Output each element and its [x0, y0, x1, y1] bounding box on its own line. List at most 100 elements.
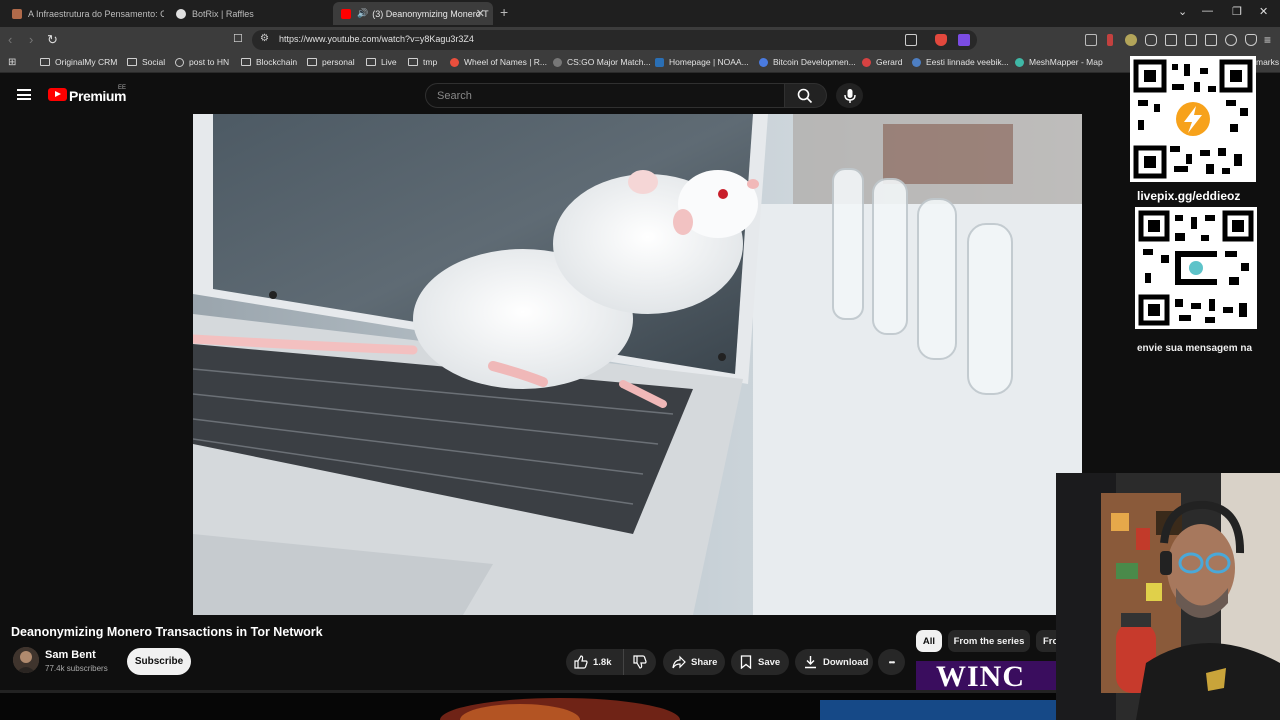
tab-search-icon[interactable]: ⌄	[1178, 5, 1187, 18]
promo-banner[interactable]: WINC	[916, 661, 1056, 691]
restore-icon[interactable]: ❐	[1232, 5, 1242, 18]
back-icon[interactable]: ‹	[8, 32, 12, 47]
bookmark-label: Social	[142, 57, 166, 67]
url-text: https://www.youtube.com/watch?v=y8Kagu3r…	[279, 34, 474, 44]
download-button[interactable]: Download	[795, 649, 873, 675]
webcam-overlay	[1056, 473, 1280, 720]
livepix-url: livepix.gg/eddieoz	[1137, 189, 1241, 203]
tab-deanonymizing-monero[interactable]: 🔊 (3) Deanonymizing Monero T ✕	[333, 2, 493, 25]
wallet-icon[interactable]	[1205, 34, 1217, 46]
like-button[interactable]: 1.8k	[566, 649, 624, 675]
youtube-favicon-icon	[341, 8, 351, 19]
like-dislike-group: 1.8k	[566, 649, 656, 675]
menu-icon[interactable]: ≡	[1264, 33, 1271, 47]
bookmark-bitcoin-dev[interactable]: Bitcoin Developmen...	[759, 57, 856, 67]
youtube-logo-icon[interactable]	[48, 88, 67, 101]
thumbs-up-icon	[574, 655, 588, 669]
bookmark-label: OriginalMy CRM	[55, 57, 118, 67]
chip-all[interactable]: All	[916, 630, 942, 652]
folder-icon	[241, 58, 251, 66]
bookmark-eesti-linnade[interactable]: Eesti linnade veebik...	[912, 57, 1009, 67]
video-player[interactable]	[193, 114, 1082, 615]
streamer-webcam-feed	[1056, 473, 1280, 720]
bookmark-label: Bitcoin Developmen...	[773, 57, 856, 67]
vpn-icon[interactable]	[1245, 34, 1257, 46]
channel-avatar[interactable]	[13, 647, 39, 673]
new-tab-button[interactable]: +	[500, 4, 508, 20]
tab-favicon	[12, 8, 22, 19]
search-button[interactable]	[785, 83, 827, 108]
save-label: Save	[758, 656, 781, 668]
bookmark-noaa[interactable]: Homepage | NOAA...	[655, 57, 749, 67]
extension-icon[interactable]	[1107, 34, 1113, 46]
site-info-icon[interactable]: ⚙	[260, 33, 269, 44]
bookmark-csgo-major[interactable]: CS:GO Major Match...	[553, 57, 651, 67]
tab-infraestrutura[interactable]: A Infraestrutura do Pensamento: Co	[4, 2, 164, 25]
search-placeholder: Search	[437, 90, 472, 102]
forward-icon[interactable]: ›	[29, 32, 33, 47]
search-input[interactable]: Search	[425, 83, 785, 108]
microphone-icon	[844, 89, 856, 103]
bookmark-label: Live	[381, 57, 397, 67]
chip-from[interactable]: Fro	[1036, 630, 1056, 652]
bookmarks-bar: ⊞ OriginalMy CRM Social post to HN Block…	[0, 53, 1280, 73]
brave-shield-icon[interactable]	[935, 34, 947, 46]
share-button[interactable]: Share	[663, 649, 725, 675]
address-bar[interactable]: ⚙ https://www.youtube.com/watch?v=y8Kagu…	[252, 30, 977, 50]
close-tab-icon[interactable]: ✕	[476, 7, 485, 20]
install-app-icon[interactable]	[905, 34, 917, 46]
bookmark-post-to-hn[interactable]: post to HN	[175, 57, 229, 67]
rewards-icon[interactable]	[958, 34, 970, 46]
puzzle-icon[interactable]	[1145, 34, 1157, 46]
reload-icon[interactable]: ↻	[47, 32, 58, 48]
download-label: Download	[823, 656, 869, 668]
bookmark-wheel-of-names[interactable]: Wheel of Names | R...	[450, 57, 547, 67]
bookmark-meshmapper[interactable]: MeshMapper - Map	[1015, 57, 1103, 67]
dislike-button[interactable]	[624, 649, 656, 675]
all-bookmarks-link[interactable]: marks	[1256, 57, 1279, 67]
sidebar-icon[interactable]	[1185, 34, 1197, 46]
bookmark-label: CS:GO Major Match...	[567, 57, 651, 67]
close-window-icon[interactable]: ✕	[1259, 5, 1268, 18]
channel-name[interactable]: Sam Bent	[45, 649, 96, 661]
minimize-icon[interactable]: —	[1202, 5, 1213, 17]
extension-icon[interactable]	[1125, 34, 1137, 46]
bookmark-tmp[interactable]: tmp	[408, 57, 437, 67]
chip-from-the-series[interactable]: From the series	[948, 630, 1030, 652]
video-frame-rat-on-laptop	[193, 114, 1082, 615]
folder-icon	[366, 58, 376, 66]
more-actions-button[interactable]: •••	[878, 649, 905, 675]
browser-toolbar: ‹ › ↻ ☐ ⚙ https://www.youtube.com/watch?…	[0, 27, 1280, 53]
bookmark-label: personal	[322, 57, 355, 67]
bookmark-gerard[interactable]: Gerard	[862, 57, 902, 67]
tab-favicon	[176, 8, 186, 19]
apps-grid-icon[interactable]: ⊞	[8, 57, 16, 68]
extension-icon[interactable]	[1085, 34, 1097, 46]
chip-label: From the series	[953, 635, 1025, 647]
subscribe-button[interactable]: Subscribe	[127, 648, 191, 675]
video-title: Deanonymizing Monero Transactions in Tor…	[11, 625, 323, 639]
like-count: 1.8k	[593, 656, 612, 668]
folder-icon	[127, 58, 137, 66]
avatar-icon	[13, 647, 39, 673]
bookmark-icon[interactable]: ☐	[233, 32, 243, 45]
banner-text: WINC	[936, 661, 1026, 691]
menu-icon[interactable]	[17, 89, 31, 100]
tab-botrix[interactable]: BotRix | Raffles	[168, 2, 328, 25]
recommended-thumbnail-strip	[0, 690, 1056, 720]
voice-search-button[interactable]	[836, 83, 863, 108]
share-icon	[672, 655, 686, 669]
music-icon[interactable]	[1165, 34, 1177, 46]
site-icon	[759, 57, 768, 67]
bookmark-personal[interactable]: personal	[307, 57, 355, 67]
bookmark-label: Homepage | NOAA...	[669, 57, 749, 67]
leo-icon[interactable]	[1225, 34, 1237, 46]
bookmark-blockchain[interactable]: Blockchain	[241, 57, 297, 67]
overlay-message-text: envie sua mensagem na	[1137, 343, 1253, 354]
bookmark-live[interactable]: Live	[366, 57, 397, 67]
bookmark-social[interactable]: Social	[127, 57, 165, 67]
youtube-header: Premium EE Search	[0, 73, 1280, 115]
more-horizontal-icon: •••	[888, 657, 895, 667]
bookmark-originalmy-crm[interactable]: OriginalMy CRM	[40, 57, 117, 67]
save-button[interactable]: Save	[731, 649, 789, 675]
